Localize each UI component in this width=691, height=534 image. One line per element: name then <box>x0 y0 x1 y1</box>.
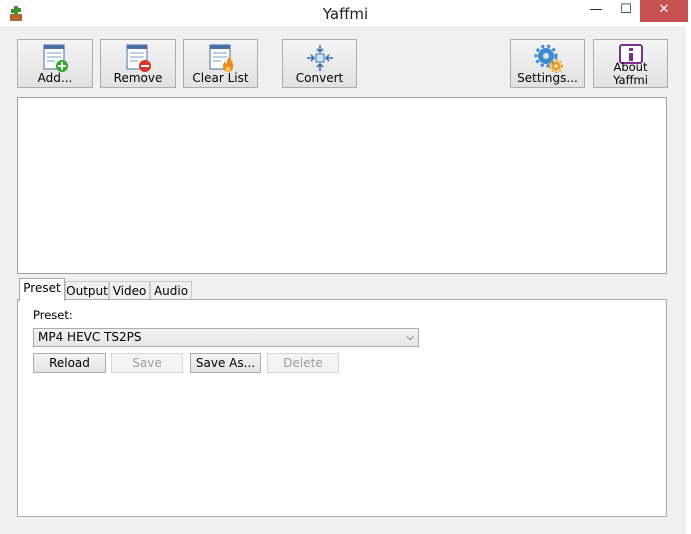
list-add-icon <box>43 44 68 72</box>
reload-button[interactable]: Reload <box>33 353 106 373</box>
tab-preset[interactable]: Preset <box>19 278 65 301</box>
clear-list-button-label: Clear List <box>192 71 249 85</box>
file-list[interactable] <box>17 97 667 274</box>
add-button[interactable]: Add... <box>17 39 93 88</box>
save-button[interactable]: Save <box>111 353 183 373</box>
title-bar: Yaffmi — ☐ ✕ <box>0 0 691 26</box>
tab-video[interactable]: Video <box>109 281 150 301</box>
remove-button-label: Remove <box>113 71 163 85</box>
about-button[interactable]: About Yaffmi <box>593 39 668 88</box>
maximize-button[interactable]: ☐ <box>612 0 640 22</box>
about-button-label-line2: Yaffmi <box>613 73 648 87</box>
remove-button[interactable]: Remove <box>100 39 176 88</box>
minimize-button[interactable]: — <box>582 0 610 22</box>
close-button[interactable]: ✕ <box>640 0 688 22</box>
convert-arrows-icon <box>306 45 333 71</box>
gears-icon <box>534 44 563 73</box>
add-button-label: Add... <box>37 71 73 85</box>
preset-label: Preset: <box>33 308 73 322</box>
preset-selected-value: MP4 HEVC TS2PS <box>38 330 142 344</box>
list-remove-icon <box>126 44 151 72</box>
clear-list-button[interactable]: Clear List <box>183 39 258 88</box>
settings-button-label: Settings... <box>517 71 578 85</box>
tab-output[interactable]: Output <box>65 281 109 301</box>
preset-select[interactable]: MP4 HEVC TS2PS ⌵ <box>33 328 419 347</box>
convert-button-label: Convert <box>295 71 344 85</box>
settings-button[interactable]: Settings... <box>510 39 585 88</box>
save-as-button[interactable]: Save As... <box>190 353 261 373</box>
convert-button[interactable]: Convert <box>282 39 357 88</box>
desktop-background-strip <box>686 26 691 534</box>
delete-button[interactable]: Delete <box>267 353 339 373</box>
chevron-down-icon: ⌵ <box>406 332 414 343</box>
tab-audio[interactable]: Audio <box>150 281 192 301</box>
about-button-label-line1: About <box>613 60 648 74</box>
list-clear-flame-icon <box>209 44 233 72</box>
